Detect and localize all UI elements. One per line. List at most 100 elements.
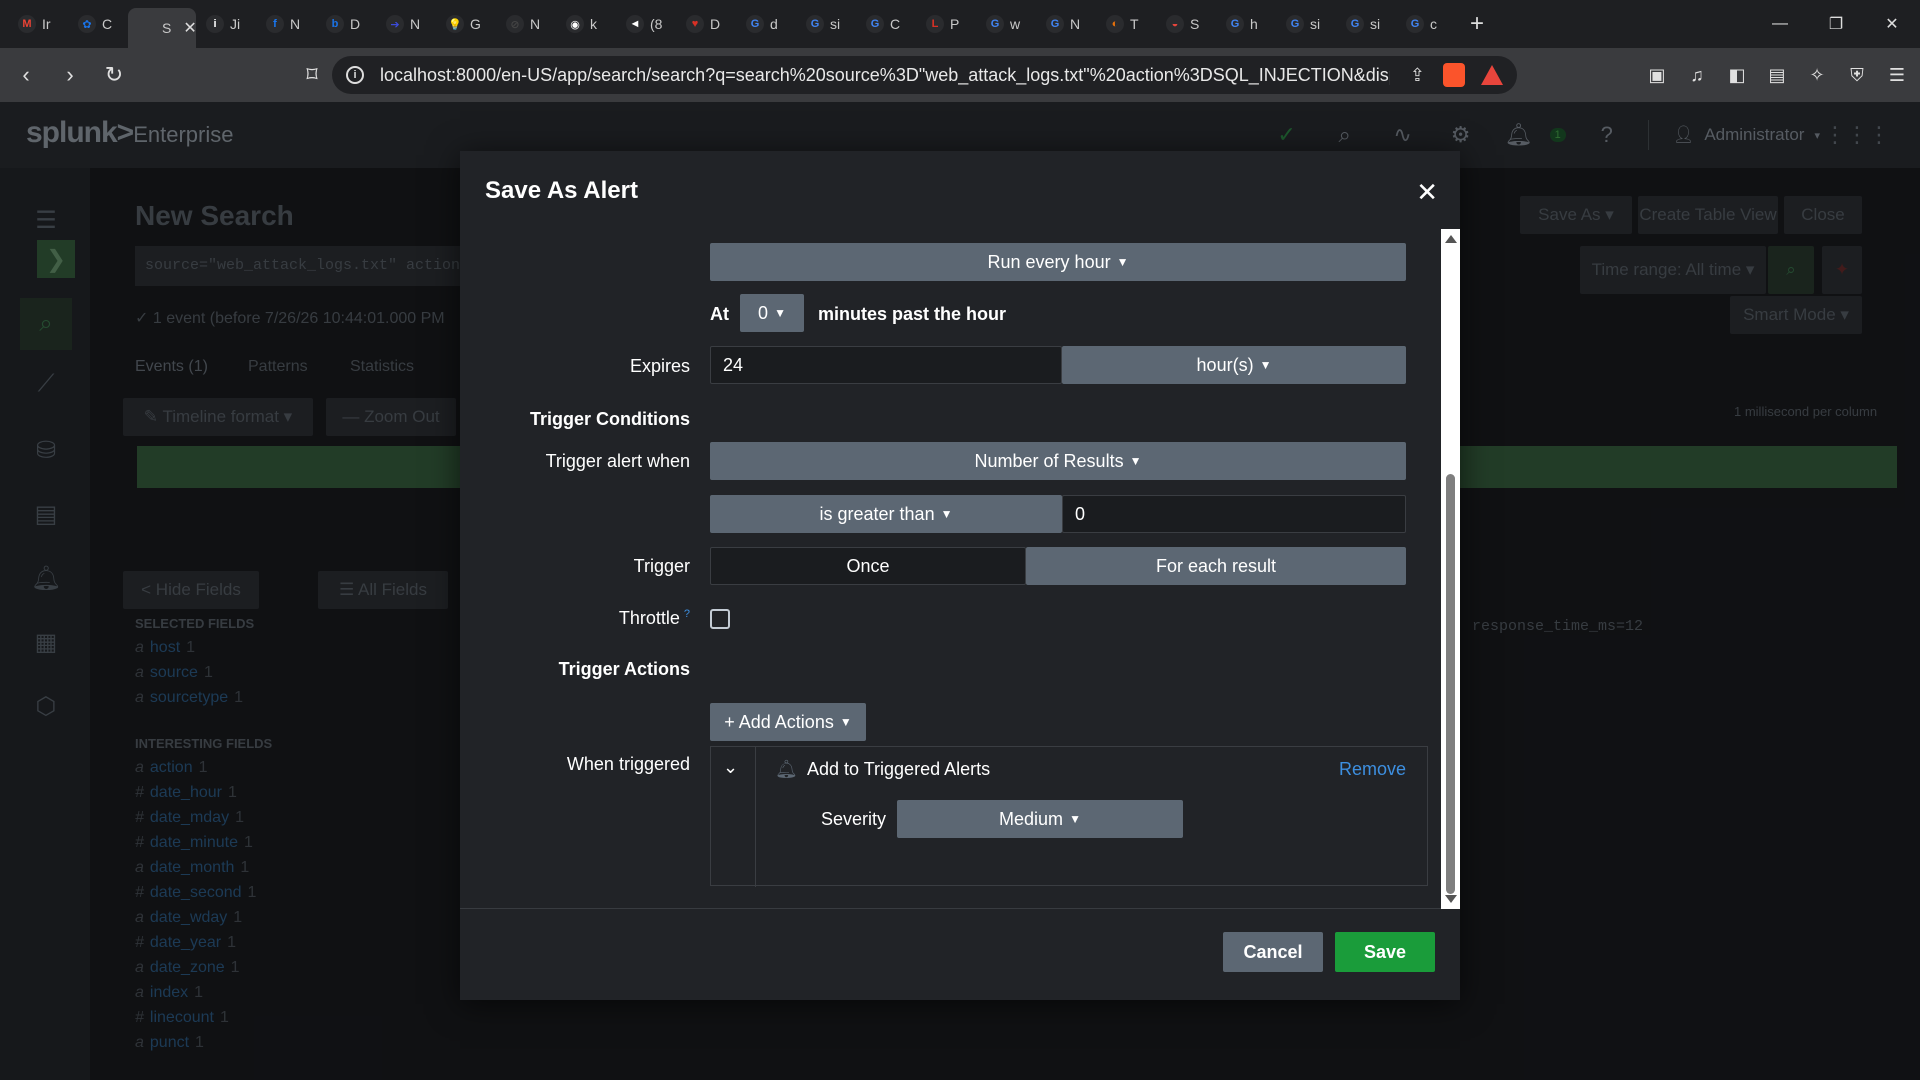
trigger-once-toggle[interactable]: Once: [710, 547, 1026, 585]
chevron-down-icon: ▼: [940, 507, 953, 521]
schedule-dropdown[interactable]: Run every hour ▼: [710, 243, 1406, 281]
browser-tab[interactable]: ◉ k: [556, 6, 616, 42]
tab-label: T: [1130, 16, 1139, 32]
tab-label: Ir: [42, 16, 51, 32]
github-icon: ◉: [566, 15, 584, 33]
close-icon[interactable]: ✕: [1416, 177, 1438, 208]
chevron-down-icon: ▼: [1259, 358, 1272, 372]
severity-label: Severity: [821, 809, 887, 829]
brave-shield-icon[interactable]: [1443, 63, 1465, 87]
reader-icon[interactable]: ▣: [1644, 56, 1670, 94]
browser-tab[interactable]: bD: [316, 6, 376, 42]
tab-close-icon[interactable]: ✕: [183, 18, 196, 38]
speaker-icon: ◄: [626, 15, 644, 33]
browser-tab[interactable]: Gsi: [1336, 6, 1396, 42]
wallet-icon[interactable]: ▤: [1764, 56, 1790, 94]
heart-tab-icon: ♥: [686, 15, 704, 33]
new-tab-button[interactable]: +: [1470, 10, 1484, 38]
minimize-icon[interactable]: —: [1752, 15, 1808, 33]
throttle-label: Throttle?: [460, 608, 690, 629]
scroll-down-icon[interactable]: [1445, 895, 1457, 903]
expires-input[interactable]: 24: [710, 346, 1062, 384]
trigger-each-toggle[interactable]: For each result: [1026, 547, 1406, 585]
browser-tab[interactable]: M Ir: [8, 6, 68, 42]
remove-action-link[interactable]: Remove: [1339, 759, 1406, 780]
browser-tab[interactable]: ◒ S: [1156, 6, 1216, 42]
bulb-icon: 💡: [446, 15, 464, 33]
comparison-dropdown[interactable]: is greater than ▼: [710, 495, 1062, 533]
google-icon: G: [866, 15, 884, 33]
url-box[interactable]: i localhost:8000/en-US/app/search/search…: [332, 56, 1517, 94]
browser-tab[interactable]: ⊘ N: [496, 6, 556, 42]
browser-tab[interactable]: fN: [256, 6, 316, 42]
minutes-dropdown[interactable]: 0 ▼: [740, 294, 804, 332]
brave-rewards-icon[interactable]: [1481, 65, 1503, 85]
restore-icon[interactable]: ❐: [1808, 14, 1864, 34]
tab-label: S: [162, 20, 172, 36]
share-icon[interactable]: ⇪: [1410, 65, 1425, 86]
scroll-up-icon[interactable]: [1445, 235, 1457, 243]
trigger-when-dropdown[interactable]: Number of Results ▼: [710, 442, 1406, 480]
browser-tab[interactable]: GN: [1036, 6, 1096, 42]
modal-body: Run every hour ▼ At 0 ▼ minutes past the h…: [460, 229, 1460, 909]
expires-unit-dropdown[interactable]: hour(s) ▼: [1062, 346, 1406, 384]
browser-tab[interactable]: LP: [916, 6, 976, 42]
tab-label: D: [710, 16, 721, 32]
save-button[interactable]: Save: [1335, 932, 1435, 972]
forward-icon[interactable]: ›: [52, 57, 88, 93]
browser-tab[interactable]: GC: [856, 6, 916, 42]
music-icon[interactable]: ♫: [1684, 56, 1710, 94]
chevron-down-icon: ▼: [1129, 454, 1142, 468]
google-icon: G: [746, 15, 764, 33]
browser-tab[interactable]: ◐ T: [1096, 6, 1156, 42]
close-window-icon[interactable]: ✕: [1864, 14, 1920, 34]
browser-tab[interactable]: Gsi: [1276, 6, 1336, 42]
browser-tab[interactable]: Gc: [1396, 6, 1456, 42]
tab-label: c: [1430, 16, 1437, 32]
info-tab-icon: i: [206, 15, 224, 33]
chevron-down-icon[interactable]: ⌄: [723, 757, 738, 778]
site-info-icon[interactable]: i: [346, 66, 364, 84]
extension-icon: ✿: [78, 15, 96, 33]
browser-tab[interactable]: Gsi: [796, 6, 856, 42]
browser-tab[interactable]: Gw: [976, 6, 1036, 42]
sidebar-icon[interactable]: ◧: [1724, 56, 1750, 94]
back-icon[interactable]: ‹: [8, 57, 44, 93]
browser-tab-bar: M Ir ✿ C S ✕ i Ji f Nb D ➔ N 💡 G ⊘ N ◉ k ◄ (8 ♥ D Gd Gsi G C L P Gw G N…: [0, 0, 1920, 48]
browser-tab[interactable]: 💡 G: [436, 6, 496, 42]
cancel-button[interactable]: Cancel: [1223, 932, 1323, 972]
scroll-thumb[interactable]: [1446, 474, 1455, 894]
add-actions-button[interactable]: + Add Actions ▼: [710, 703, 866, 741]
browser-tab[interactable]: S ✕: [128, 8, 197, 48]
action-name: Add to Triggered Alerts: [807, 759, 991, 779]
modal-footer: Cancel Save: [460, 909, 1460, 1000]
tab-label: P: [950, 16, 960, 32]
modal-scrollbar[interactable]: [1441, 229, 1460, 909]
google-icon: G: [806, 15, 824, 33]
browser-tab[interactable]: i Ji: [196, 6, 256, 42]
severity-dropdown[interactable]: Medium ▼: [897, 800, 1183, 838]
tab-label: C: [102, 16, 113, 32]
threshold-input[interactable]: 0: [1062, 495, 1406, 533]
browser-tab[interactable]: ➔ N: [376, 6, 436, 42]
browser-tab[interactable]: ✿ C: [68, 6, 128, 42]
vpn-icon[interactable]: ⛨: [1844, 56, 1870, 94]
browser-tab[interactable]: ◄ (8: [616, 6, 676, 42]
reload-icon[interactable]: ↻: [96, 57, 132, 93]
severity-value: Medium: [999, 808, 1064, 829]
bookmark-icon[interactable]: ⌑: [294, 57, 330, 93]
throttle-checkbox[interactable]: [710, 609, 730, 629]
modal-title: Save As Alert: [485, 177, 638, 204]
ai-icon[interactable]: ✧: [1804, 56, 1830, 94]
tab-label: N: [1070, 16, 1081, 32]
menu-icon[interactable]: ☰: [1884, 56, 1910, 94]
browser-tab[interactable]: Gd: [736, 6, 796, 42]
when-triggered-label: When triggered: [566, 754, 690, 774]
chevron-down-icon: ▼: [839, 715, 852, 729]
throttle-help-icon[interactable]: ?: [684, 608, 690, 620]
url-text[interactable]: localhost:8000/en-US/app/search/search?q…: [380, 65, 1390, 86]
chevron-down-icon: ▼: [1116, 255, 1129, 269]
browser-tab[interactable]: Gh: [1216, 6, 1276, 42]
browser-tab[interactable]: ♥ D: [676, 6, 736, 42]
google-icon: G: [1346, 15, 1364, 33]
